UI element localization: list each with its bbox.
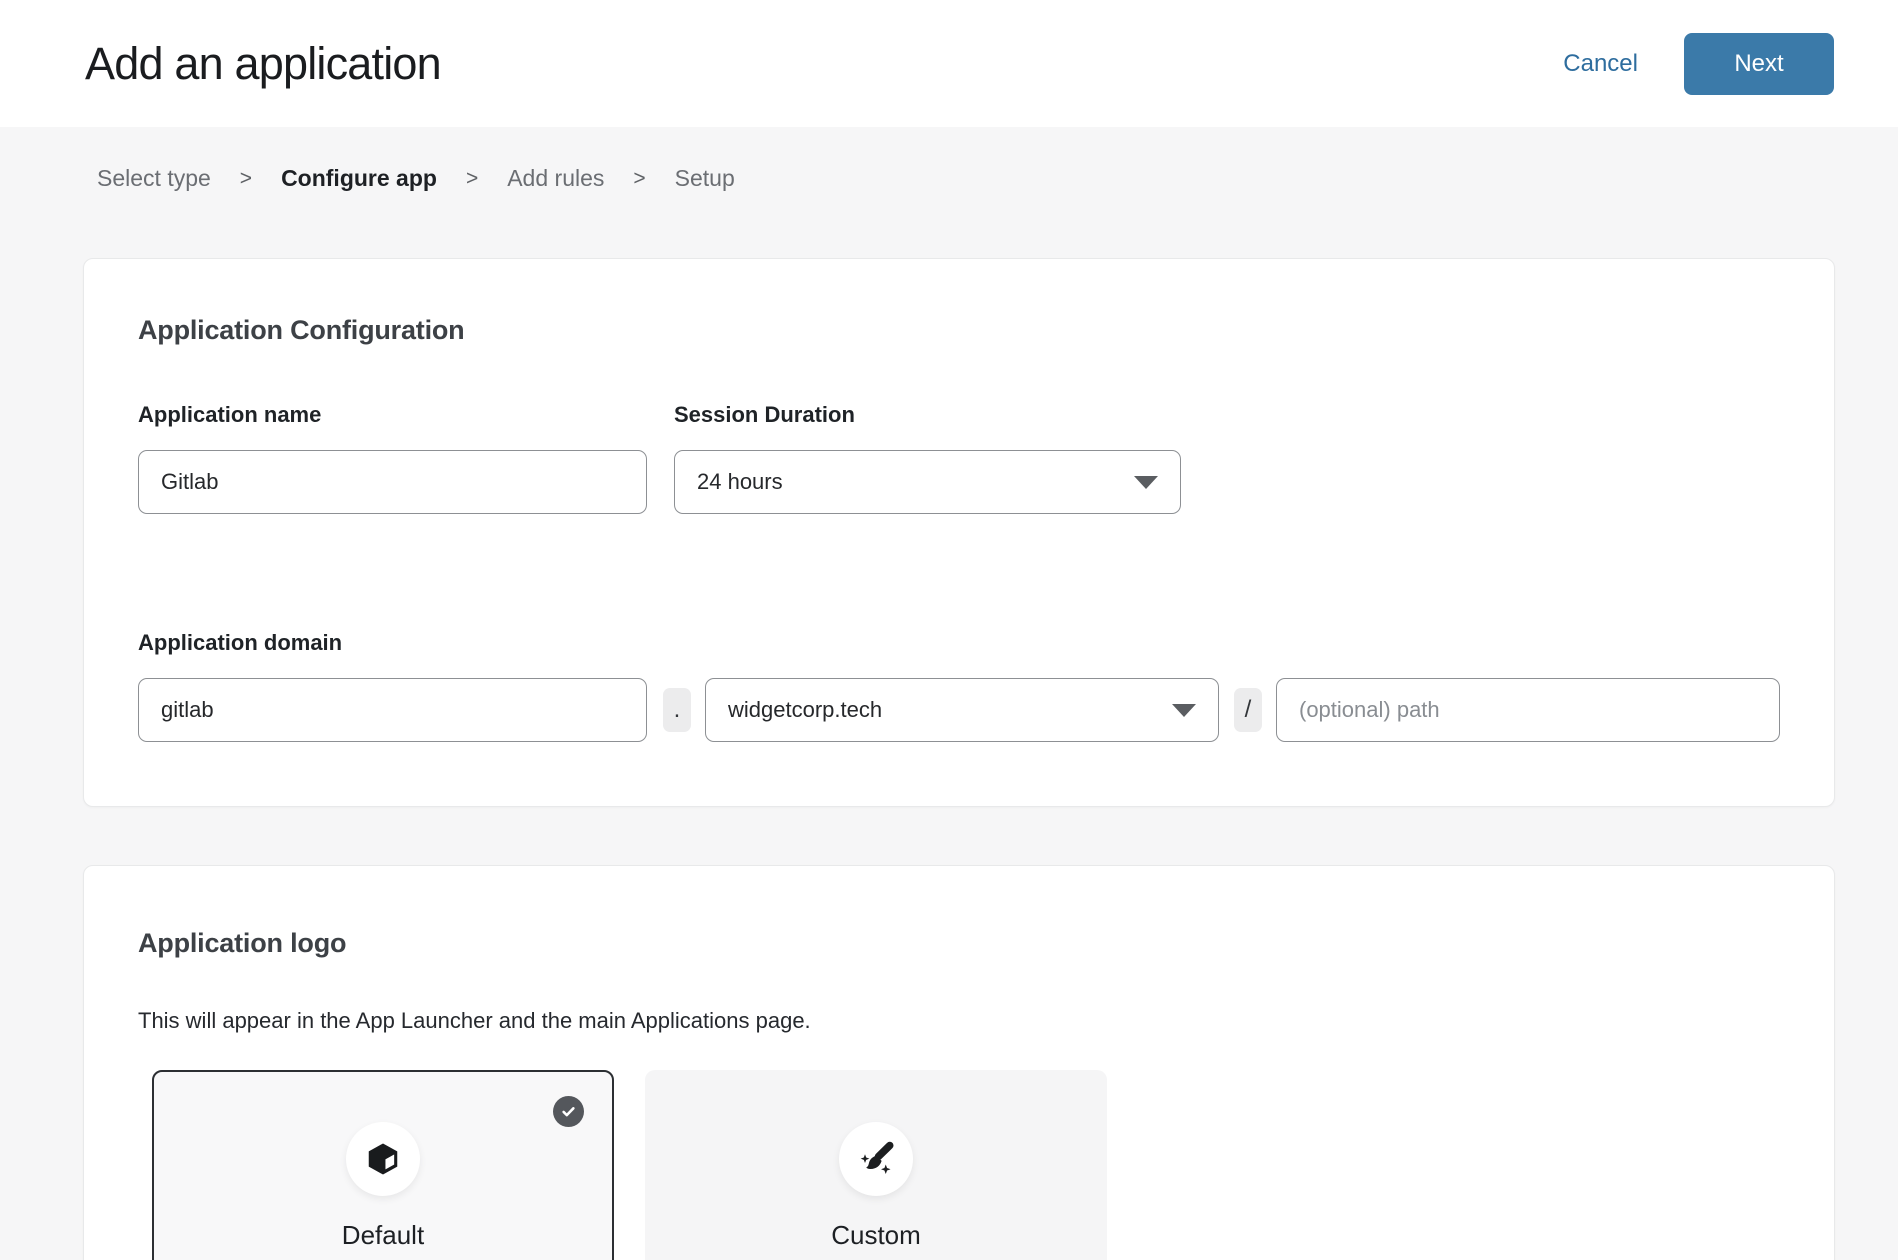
breadcrumb: Select type > Configure app > Add rules …: [97, 165, 1898, 192]
breadcrumb-step-add-rules[interactable]: Add rules: [507, 165, 604, 192]
application-logo-description: This will appear in the App Launcher and…: [138, 1008, 1780, 1034]
logo-option-default[interactable]: Default: [152, 1070, 614, 1260]
paintbrush-icon: [839, 1122, 913, 1196]
check-icon: [560, 1103, 577, 1120]
application-configuration-card: Application Configuration Application na…: [83, 258, 1835, 807]
session-duration-value: 24 hours: [697, 469, 783, 495]
section-title-application-configuration: Application Configuration: [138, 315, 1780, 346]
application-logo-card: Application logo This will appear in the…: [83, 865, 1835, 1260]
session-duration-field: Session Duration 24 hours: [674, 402, 1181, 514]
page-title: Add an application: [85, 38, 441, 90]
chevron-down-icon: [1134, 476, 1158, 489]
subdomain-input[interactable]: [138, 678, 647, 742]
header-actions: Cancel Next: [1563, 33, 1834, 95]
logo-option-label: Custom: [645, 1220, 1107, 1251]
domain-select[interactable]: widgetcorp.tech: [705, 678, 1219, 742]
application-domain-row: . widgetcorp.tech /: [138, 678, 1780, 742]
logo-option-label: Default: [154, 1220, 612, 1251]
logo-option-custom[interactable]: Custom: [645, 1070, 1107, 1260]
application-name-label: Application name: [138, 402, 647, 428]
name-session-row: Application name Session Duration 24 hou…: [138, 402, 1780, 514]
breadcrumb-separator: >: [466, 167, 478, 191]
breadcrumb-step-select-type[interactable]: Select type: [97, 165, 211, 192]
cancel-button[interactable]: Cancel: [1563, 50, 1638, 78]
application-name-input[interactable]: [138, 450, 647, 514]
page-header: Add an application Cancel Next: [0, 0, 1898, 127]
session-duration-label: Session Duration: [674, 402, 1181, 428]
slash-separator: /: [1234, 688, 1262, 732]
section-title-application-logo: Application logo: [138, 928, 1780, 959]
dot-separator: .: [663, 688, 691, 732]
chevron-down-icon: [1172, 704, 1196, 717]
next-button[interactable]: Next: [1684, 33, 1834, 95]
breadcrumb-step-setup[interactable]: Setup: [675, 165, 735, 192]
breadcrumb-step-configure-app[interactable]: Configure app: [281, 165, 437, 192]
path-input[interactable]: [1276, 678, 1780, 742]
cube-icon: [346, 1122, 420, 1196]
logo-options: Default Custom: [152, 1070, 1780, 1260]
application-name-field: Application name: [138, 402, 647, 514]
domain-select-value: widgetcorp.tech: [728, 697, 882, 723]
application-domain-label: Application domain: [138, 630, 1780, 656]
session-duration-select[interactable]: 24 hours: [674, 450, 1181, 514]
selected-check-badge: [553, 1096, 584, 1127]
breadcrumb-separator: >: [633, 167, 645, 191]
breadcrumb-separator: >: [240, 167, 252, 191]
